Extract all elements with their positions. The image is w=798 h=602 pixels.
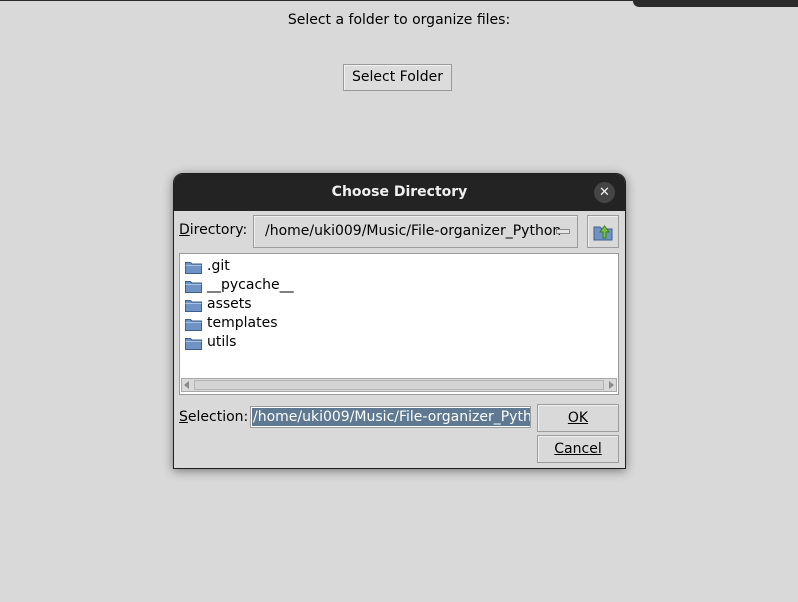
folder-list-item[interactable]: utils [183,333,483,352]
prompt-label: Select a folder to organize files: [287,12,511,28]
folder-list-item[interactable]: __pycache__ [183,276,483,295]
selection-input[interactable]: /home/uki009/Music/File-organizer_Python [250,406,531,428]
scrollbar-thumb[interactable] [194,380,604,390]
dialog-titlebar[interactable]: Choose Directory ✕ [174,174,625,211]
folder-list-item[interactable]: assets [183,295,483,314]
folder-name: templates [207,315,278,331]
horizontal-scrollbar[interactable] [181,378,617,392]
folder-name: __pycache__ [207,277,294,293]
directory-label: Directory: [179,222,248,238]
choose-directory-dialog: Choose Directory ✕ Directory: /home/uki0… [173,173,626,469]
close-icon[interactable]: ✕ [594,182,615,203]
folder-icon [185,338,202,350]
ok-button[interactable]: OK [537,404,619,432]
directory-combobox[interactable]: /home/uki009/Music/File-organizer_Python [253,215,578,248]
directory-value: /home/uki009/Music/File-organizer_Python [265,223,562,239]
folder-list-item[interactable]: templates [183,314,483,333]
combo-indicator-icon [556,229,570,234]
folder-list-item[interactable]: .git [183,257,483,276]
folder-name: .git [207,258,230,274]
dialog-title: Choose Directory [331,184,468,200]
folder-icon [185,300,202,312]
selection-text: /home/uki009/Music/File-organizer_Python [252,408,530,426]
folder-name: utils [207,334,237,350]
selection-label: Selection: [179,409,249,425]
folder-icon [185,262,202,274]
folder-up-button[interactable] [587,215,619,248]
folder-icon [185,319,202,331]
folder-icon [185,281,202,293]
folder-up-icon [593,225,613,241]
select-folder-button[interactable]: Select Folder [343,64,452,91]
folder-list[interactable]: .git __pycache__assets templates utils [179,253,619,395]
folder-name: assets [207,296,252,312]
cancel-button[interactable]: Cancel [537,435,619,463]
top-border-line [0,0,634,1]
scroll-left-arrow-icon[interactable] [184,381,189,389]
top-right-window-edge [633,0,798,7]
scroll-right-arrow-icon[interactable] [609,381,614,389]
